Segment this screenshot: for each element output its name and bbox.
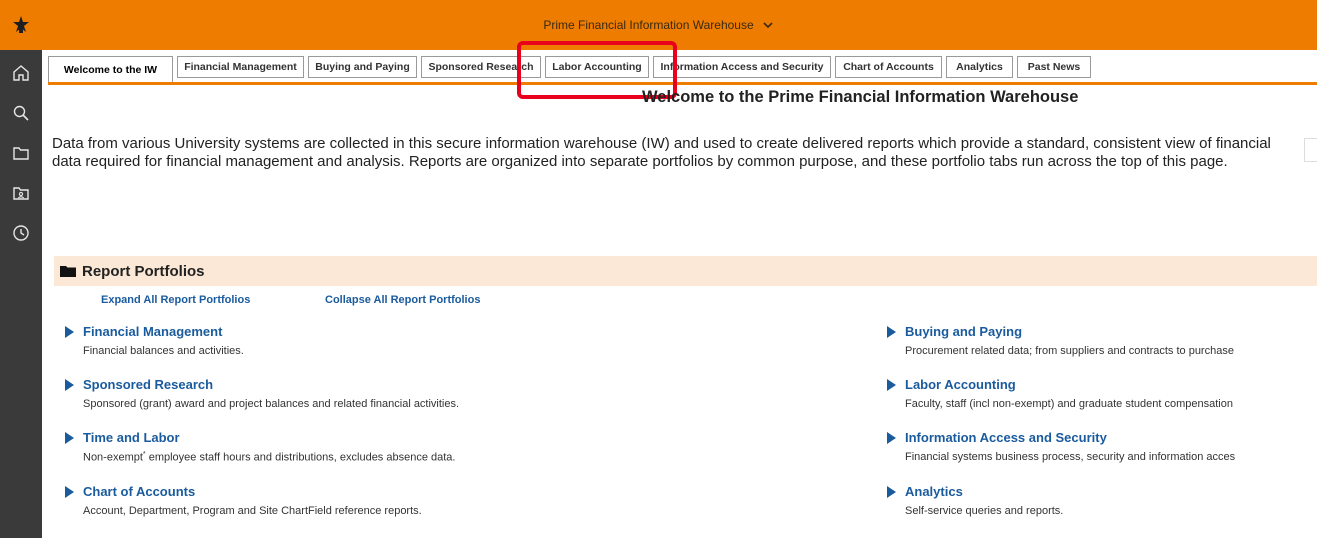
expand-arrow-icon[interactable]: [65, 379, 74, 391]
tab-past-news[interactable]: Past News: [1017, 56, 1091, 78]
side-panel-edge: [1304, 138, 1317, 162]
search-icon[interactable]: [8, 100, 34, 126]
app-title[interactable]: Prime Financial Information Warehouse: [543, 18, 753, 32]
portfolio-link[interactable]: Analytics: [905, 484, 963, 499]
portfolio-link[interactable]: Time and Labor: [83, 430, 180, 445]
portfolio-link[interactable]: Sponsored Research: [83, 377, 213, 392]
tab-information-access-and-security[interactable]: Information Access and Security: [653, 56, 831, 78]
tab-chart-of-accounts[interactable]: Chart of Accounts: [835, 56, 942, 78]
expand-arrow-icon[interactable]: [65, 486, 74, 498]
portfolio-link[interactable]: Chart of Accounts: [83, 484, 195, 499]
expand-all-link[interactable]: Expand All Report Portfolios: [101, 294, 250, 306]
star-logo-icon[interactable]: [10, 14, 32, 36]
folder-icon: [60, 266, 76, 277]
intro-paragraph: Data from various University systems are…: [52, 135, 1271, 170]
folder-icon[interactable]: [8, 140, 34, 166]
expand-arrow-icon[interactable]: [887, 326, 896, 338]
portfolio-link[interactable]: Financial Management: [83, 324, 222, 339]
portfolio-tabs: Welcome to the IW Financial Management B…: [48, 56, 1317, 84]
expand-arrow-icon[interactable]: [887, 486, 896, 498]
portfolio-description: Sponsored (grant) award and project bala…: [83, 398, 460, 410]
chevron-down-icon[interactable]: [762, 19, 774, 31]
expand-arrow-icon[interactable]: [65, 326, 74, 338]
page-title: Welcome to the Prime Financial Informati…: [642, 88, 1079, 106]
portfolio-description: Account, Department, Program and Site Ch…: [83, 505, 422, 517]
tab-welcome[interactable]: Welcome to the IW: [48, 56, 173, 82]
tab-underline: [48, 82, 1317, 85]
expand-arrow-icon[interactable]: [65, 432, 74, 444]
report-portfolios-header: Report Portfolios: [54, 256, 1317, 286]
expand-arrow-icon[interactable]: [887, 379, 896, 391]
tab-labor-accounting[interactable]: Labor Accounting: [545, 56, 649, 78]
section-title: Report Portfolios: [82, 262, 205, 280]
portfolio-description: Financial systems business process, secu…: [905, 451, 1236, 463]
tab-buying-and-paying[interactable]: Buying and Paying: [308, 56, 417, 78]
portfolio-description: Self-service queries and reports.: [905, 505, 1064, 517]
home-icon[interactable]: [8, 60, 34, 86]
portfolio-link[interactable]: Labor Accounting: [905, 377, 1016, 392]
collapse-all-link[interactable]: Collapse All Report Portfolios: [325, 294, 480, 306]
sidebar: [0, 50, 42, 538]
tab-sponsored-research[interactable]: Sponsored Research: [421, 56, 541, 78]
top-bar: Prime Financial Information Warehouse: [0, 0, 1317, 50]
clock-icon[interactable]: [8, 220, 34, 246]
title-switcher: Prime Financial Information Warehouse: [0, 0, 1317, 50]
portfolio-description: Faculty, staff (incl non-exempt) and gra…: [905, 398, 1233, 410]
portfolio-description: Financial balances and activities.: [83, 345, 244, 357]
portfolio-description: Non-exempt* employee staff hours and dis…: [83, 451, 456, 464]
portfolio-link[interactable]: Buying and Paying: [905, 324, 1022, 339]
portfolio-link[interactable]: Information Access and Security: [905, 430, 1107, 445]
tab-analytics[interactable]: Analytics: [946, 56, 1013, 78]
tab-financial-management[interactable]: Financial Management: [177, 56, 304, 78]
expand-arrow-icon[interactable]: [887, 432, 896, 444]
shared-folder-icon[interactable]: [8, 180, 34, 206]
portfolio-description: Procurement related data; from suppliers…: [905, 345, 1234, 357]
